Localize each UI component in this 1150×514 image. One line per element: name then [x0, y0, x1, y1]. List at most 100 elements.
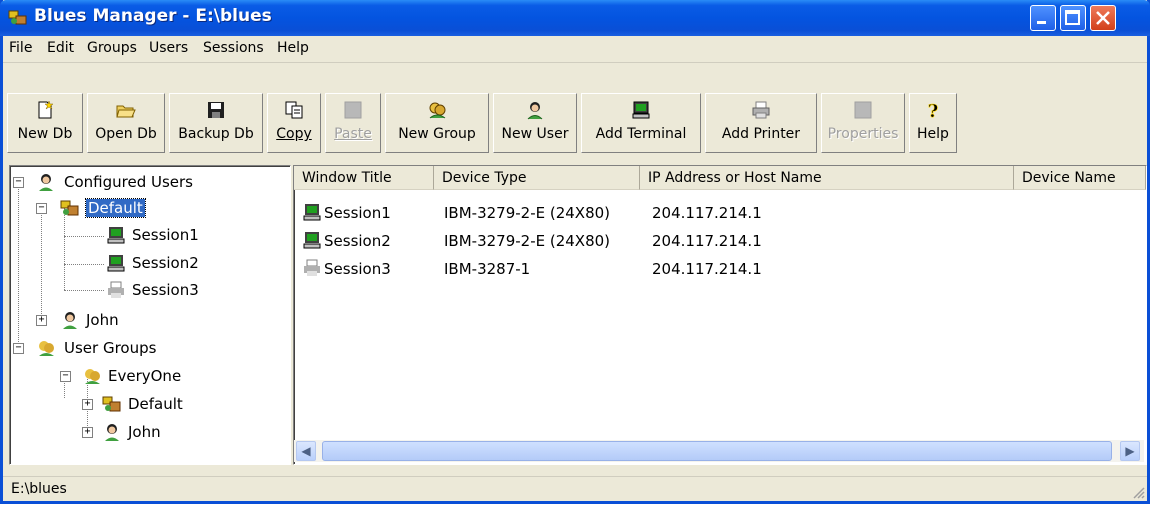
collapse-toggle[interactable]: −	[36, 203, 47, 214]
open-db-button[interactable]: Open Db	[87, 93, 165, 153]
new-db-button[interactable]: New Db	[7, 93, 83, 153]
printer-icon	[304, 259, 320, 276]
add-terminal-button[interactable]: Add Terminal	[581, 93, 701, 153]
tree-view[interactable]: − Configured Users − Default Session1 Se…	[9, 165, 291, 465]
group-icon	[85, 369, 100, 384]
cell-window-title: Session1	[324, 204, 391, 222]
new-group-label: New Group	[398, 126, 476, 142]
add-printer-label: Add Printer	[721, 126, 801, 142]
user-icon	[39, 174, 53, 191]
list-row-session2[interactable]: Session2 IBM-3279-2-E (24X80) 204.117.21…	[294, 228, 1146, 254]
maximize-button[interactable]	[1060, 5, 1086, 31]
new-group-button[interactable]: New Group	[385, 93, 489, 153]
column-header-device-type[interactable]: Device Type	[434, 166, 640, 190]
app-window: Blues Manager - E:\blues File Edit Group…	[0, 0, 1150, 504]
scroll-right-button[interactable]: ▶	[1120, 441, 1140, 461]
cell-ip-address: 204.117.214.1	[652, 204, 762, 222]
tree-node-label: John	[86, 311, 119, 329]
cell-window-title: Session3	[324, 260, 391, 278]
list-row-session3[interactable]: Session3 IBM-3287-1 204.117.214.1	[294, 256, 1146, 282]
window-title: Blues Manager - E:\blues	[34, 6, 272, 26]
tree-node-label: Default	[85, 198, 146, 218]
tree-node-label: Session3	[132, 281, 199, 299]
group-icon	[39, 341, 54, 356]
menu-sessions[interactable]: Sessions	[203, 40, 264, 56]
new-user-button[interactable]: New User	[493, 93, 577, 153]
resize-grip-icon[interactable]	[1131, 485, 1145, 499]
minimize-button[interactable]	[1030, 5, 1056, 31]
help-button[interactable]: ? Help	[909, 93, 957, 153]
menu-file[interactable]: File	[9, 40, 32, 56]
menu-users[interactable]: Users	[149, 40, 188, 56]
status-path: E:\blues	[11, 481, 67, 497]
list-row-session1[interactable]: Session1 IBM-3279-2-E (24X80) 204.117.21…	[294, 200, 1146, 226]
collapse-toggle[interactable]: −	[13, 177, 24, 188]
group-icon	[60, 200, 79, 216]
cell-window-title: Session2	[324, 232, 391, 250]
floppy-disk-icon	[208, 102, 224, 118]
tree-node-label: John	[128, 423, 161, 441]
menu-bar: File Edit Groups Users Sessions Help	[3, 36, 1147, 63]
terminal-icon	[107, 227, 125, 244]
title-bar[interactable]: Blues Manager - E:\blues	[0, 0, 1150, 36]
expand-toggle[interactable]: +	[36, 315, 47, 326]
horizontal-scrollbar[interactable]: ◀ ▶	[294, 440, 1144, 462]
help-label: Help	[917, 126, 949, 142]
scroll-thumb[interactable]	[322, 441, 1112, 461]
tree-node-label: User Groups	[64, 339, 157, 357]
scroll-left-button[interactable]: ◀	[296, 441, 316, 461]
new-user-label: New User	[501, 126, 569, 142]
status-bar: E:\blues	[3, 476, 1147, 501]
new-db-label: New Db	[17, 126, 73, 142]
column-header-window-title[interactable]: Window Title	[294, 166, 434, 190]
properties-button[interactable]: Properties	[821, 93, 905, 153]
paste-icon	[344, 101, 362, 119]
copy-icon	[285, 101, 303, 119]
terminal-icon	[303, 232, 321, 249]
menu-help[interactable]: Help	[277, 40, 309, 56]
menu-edit[interactable]: Edit	[47, 40, 74, 56]
terminal-icon	[107, 255, 125, 272]
tree-node-label: Default	[128, 395, 183, 413]
add-printer-button[interactable]: Add Printer	[705, 93, 817, 153]
app-icon	[8, 10, 27, 25]
group-icon	[429, 102, 446, 119]
tree-node-label: EveryOne	[108, 367, 182, 385]
terminal-icon	[632, 101, 650, 119]
minimize-icon	[1037, 21, 1046, 24]
column-header-device-name[interactable]: Device Name	[1014, 166, 1146, 190]
close-button[interactable]	[1090, 5, 1116, 31]
column-header-ip-address[interactable]: IP Address or Host Name	[640, 166, 1014, 190]
tree-node-label: Session1	[132, 226, 199, 244]
cell-device-type: IBM-3287-1	[444, 260, 531, 278]
svg-text:?: ?	[928, 101, 939, 120]
maximize-icon	[1065, 10, 1080, 25]
collapse-toggle[interactable]: −	[13, 343, 24, 354]
collapse-toggle[interactable]: −	[60, 371, 71, 382]
session-list-view[interactable]: Window Title Device Type IP Address or H…	[293, 165, 1147, 465]
user-icon	[105, 424, 119, 441]
copy-button[interactable]: Copy	[267, 93, 321, 153]
printer-icon	[752, 101, 770, 119]
expand-toggle[interactable]: +	[82, 427, 93, 438]
close-icon	[1096, 11, 1110, 25]
cell-ip-address: 204.117.214.1	[652, 232, 762, 250]
paste-label: Paste	[334, 126, 372, 142]
copy-label: Copy	[276, 126, 312, 142]
new-db-icon	[38, 100, 54, 119]
user-icon	[63, 312, 77, 329]
expand-toggle[interactable]: +	[82, 399, 93, 410]
properties-icon	[854, 101, 872, 119]
cell-device-type: IBM-3279-2-E (24X80)	[444, 204, 611, 222]
cell-ip-address: 204.117.214.1	[652, 260, 762, 278]
paste-button[interactable]: Paste	[325, 93, 381, 153]
backup-db-button[interactable]: Backup Db	[169, 93, 263, 153]
terminal-icon	[303, 204, 321, 221]
printer-icon	[108, 281, 124, 298]
cell-device-type: IBM-3279-2-E (24X80)	[444, 232, 611, 250]
tree-node-label: Session2	[132, 254, 199, 272]
menu-groups[interactable]: Groups	[87, 40, 137, 56]
toolbar: New Db Open Db Backup Db Copy Paste New …	[3, 63, 1147, 159]
properties-label: Properties	[827, 126, 899, 142]
open-folder-icon	[116, 105, 136, 118]
